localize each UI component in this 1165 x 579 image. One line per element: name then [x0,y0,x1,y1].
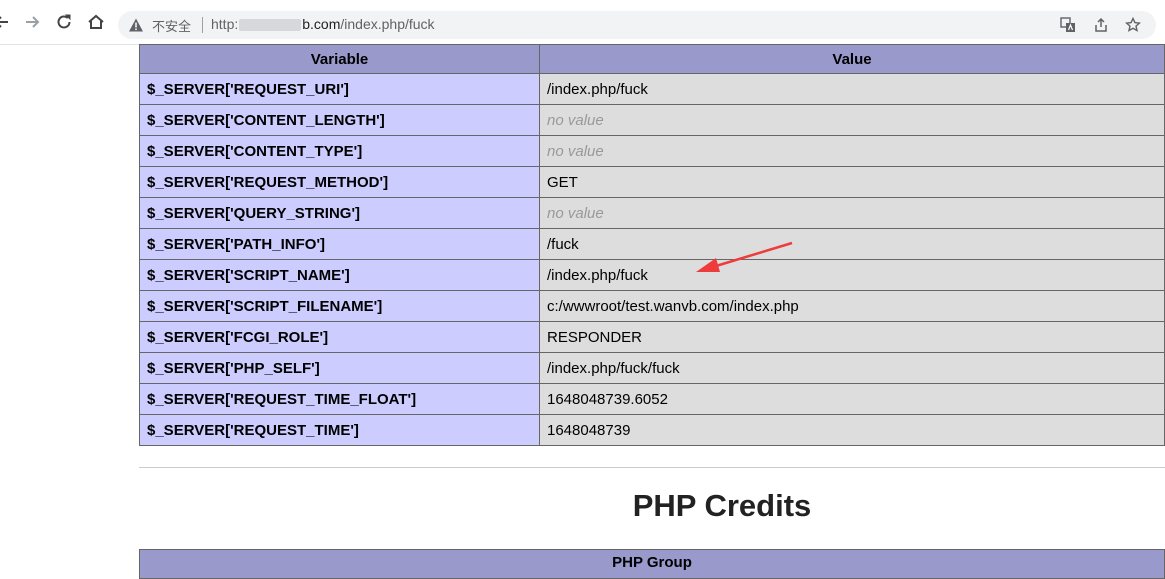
table-row: $_SERVER['REQUEST_TIME_FLOAT'] 164804873… [139,383,1165,415]
home-icon[interactable] [85,11,107,33]
variable-cell: $_SERVER['REQUEST_METHOD'] [139,166,540,198]
bookmark-star-icon[interactable] [1124,16,1142,34]
table-row: $_SERVER['REQUEST_METHOD'] GET [139,166,1165,198]
section-divider [139,467,1165,468]
php-group-header: PHP Group [139,549,1165,579]
variable-cell: $_SERVER['SCRIPT_NAME'] [139,259,540,291]
credits-title: PHP Credits [632,488,812,523]
warning-icon [129,18,143,32]
share-icon[interactable] [1092,16,1110,34]
redacted-host [239,19,302,32]
variable-cell: $_SERVER['PATH_INFO'] [139,228,540,260]
table-row: $_SERVER['SCRIPT_NAME'] /index.php/fuck [139,259,1165,291]
value-cell: no value [539,197,1165,229]
table-row: $_SERVER['FCGI_ROLE'] RESPONDER [139,321,1165,353]
variable-cell: $_SERVER['CONTENT_LENGTH'] [139,104,540,136]
security-label: 不安全 [152,20,192,35]
table-row: $_SERVER['CONTENT_LENGTH'] no value [139,104,1165,136]
table-row: $_SERVER['CONTENT_TYPE'] no value [139,135,1165,167]
back-icon[interactable] [0,11,13,33]
server-variables-table: Variable Value $_SERVER['REQUEST_URI'] /… [139,44,1165,446]
variable-cell: $_SERVER['REQUEST_TIME'] [139,414,540,446]
variable-cell: $_SERVER['REQUEST_URI'] [139,73,540,105]
table-row: $_SERVER['SCRIPT_FILENAME'] c:/wwwroot/t… [139,290,1165,322]
separator [202,17,203,33]
url-text: http: b.com/index.php/fuck [211,16,435,32]
browser-toolbar: 不安全 http: b.com/index.php/fuck [0,0,1165,45]
url-prefix: http: [211,16,239,32]
value-cell: 1648048739.6052 [539,383,1165,415]
url-host-suffix: b.com [302,16,341,32]
table-row: $_SERVER['PATH_INFO'] /fuck [139,228,1165,260]
address-bar[interactable]: 不安全 http: b.com/index.php/fuck [118,11,1156,39]
translate-icon[interactable] [1059,16,1077,34]
table-row: $_SERVER['PHP_SELF'] /index.php/fuck/fuc… [139,352,1165,384]
table-row: $_SERVER['QUERY_STRING'] no value [139,197,1165,229]
url-path: /index.php/fuck [340,16,435,32]
variable-cell: $_SERVER['REQUEST_TIME_FLOAT'] [139,383,540,415]
value-cell: c:/wwwroot/test.wanvb.com/index.php [539,290,1165,322]
value-cell: GET [539,166,1165,198]
value-cell: RESPONDER [539,321,1165,353]
variable-column-header: Variable [139,44,540,74]
value-column-header: Value [539,44,1165,74]
value-cell: /fuck [539,228,1165,260]
reload-icon[interactable] [53,11,75,33]
variable-cell: $_SERVER['CONTENT_TYPE'] [139,135,540,167]
variable-cell: $_SERVER['QUERY_STRING'] [139,197,540,229]
forward-icon[interactable] [21,11,43,33]
variable-cell: $_SERVER['SCRIPT_FILENAME'] [139,290,540,322]
value-cell: no value [539,104,1165,136]
table-header-row: Variable Value [139,44,1165,74]
variable-cell: $_SERVER['PHP_SELF'] [139,352,540,384]
value-cell: /index.php/fuck [539,73,1165,105]
value-cell: no value [539,135,1165,167]
value-cell: /index.php/fuck [539,259,1165,291]
table-row: $_SERVER['REQUEST_URI'] /index.php/fuck [139,73,1165,105]
table-row: $_SERVER['REQUEST_TIME'] 1648048739 [139,414,1165,446]
value-cell: 1648048739 [539,414,1165,446]
value-cell: /index.php/fuck/fuck [539,352,1165,384]
variable-cell: $_SERVER['FCGI_ROLE'] [139,321,540,353]
